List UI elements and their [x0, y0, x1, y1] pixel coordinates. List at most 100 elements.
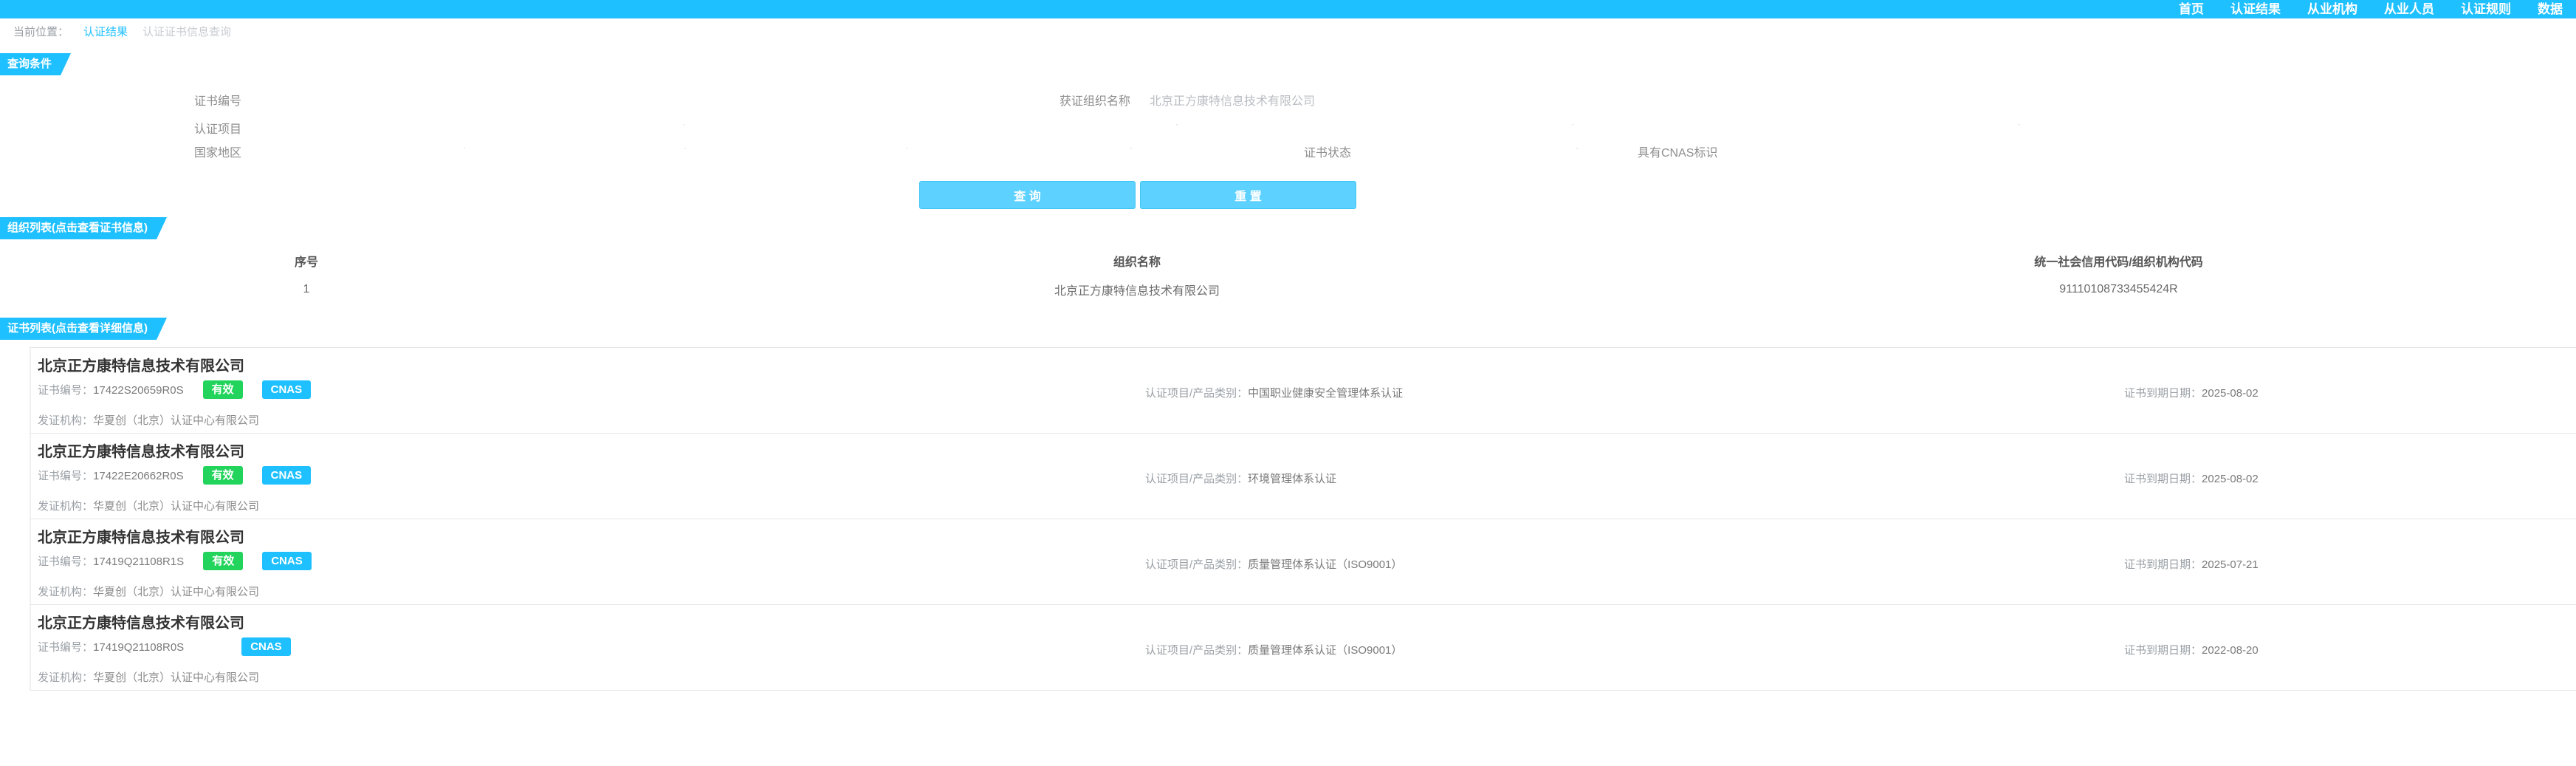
region-select-2[interactable]: · [684, 143, 687, 153]
cert-section-title: 证书列表(点击查看详细信息) [0, 318, 167, 340]
cert-expiry-prefix: 证书到期日期： [2124, 558, 2202, 571]
breadcrumb: 当前位置： 认证结果 认证证书信息查询 [0, 18, 2576, 44]
breadcrumb-prefix: 当前位置： [13, 26, 69, 38]
status-badge: 有效 [203, 552, 244, 570]
region-select-4[interactable]: · [1130, 143, 1133, 153]
cert-item-value: 环境管理体系认证 [1248, 473, 1337, 485]
cert-expiry-prefix: 证书到期日期： [2124, 473, 2202, 485]
region-select-1[interactable]: · [463, 143, 466, 153]
cert-list: 北京正方康特信息技术有限公司 证书编号：17422S20659R0S 有效 CN… [30, 347, 2576, 691]
cert-item-prefix: 认证项目/产品类别： [1145, 387, 1248, 400]
cert-no: 17422S20659R0S [93, 384, 184, 397]
cert-company[interactable]: 北京正方康特信息技术有限公司 [38, 440, 244, 461]
query-button[interactable]: 查 询 [919, 181, 1136, 209]
cert-item: 认证项目/产品类别：中国职业健康安全管理体系认证 [1145, 385, 1403, 400]
cert-item-prefix: 认证项目/产品类别： [1145, 558, 1248, 571]
breadcrumb-faint: 认证证书信息查询 [142, 26, 232, 38]
org-col-code: 统一社会信用代码/组织机构代码 [2034, 256, 2203, 269]
org-col-name: 组织名称 [1113, 256, 1161, 269]
cert-expiry-value: 2022-08-20 [2202, 644, 2259, 657]
cert-no-prefix: 证书编号： [38, 555, 94, 568]
cert-no-prefix: 证书编号： [38, 641, 94, 654]
cnas-label: 具有CNAS标识 [1638, 147, 1718, 160]
org-row-code: 91110108733455424R [2059, 283, 2178, 295]
breadcrumb-current[interactable]: 认证结果 [83, 24, 128, 39]
cert-expiry-prefix: 证书到期日期： [2124, 387, 2202, 400]
cert-item: 认证项目/产品类别：质量管理体系认证（ISO9001） [1145, 556, 1402, 572]
top-navigation-bar: 首页 认证结果 从业机构 从业人员 认证规则 数据 [0, 0, 2576, 18]
nav-home[interactable]: 首页 [2165, 0, 2217, 18]
cert-card[interactable]: 北京正方康特信息技术有限公司 证书编号：17419Q21108R1S 有效 CN… [30, 519, 2576, 605]
issuer-value: 华夏创（北京）认证中心有限公司 [93, 500, 260, 513]
cert-no-prefix: 证书编号： [38, 384, 94, 397]
query-form: 证书编号 获证组织名称 北京正方康特信息技术有限公司 认证项目 · · · · … [0, 70, 2576, 240]
status-badge: 有效 [202, 380, 243, 399]
cert-issuer: 发证机构：华夏创（北京）认证中心有限公司 [38, 584, 259, 599]
issuer-value: 华夏创（北京）认证中心有限公司 [93, 586, 260, 598]
main-nav: 首页 认证结果 从业机构 从业人员 认证规则 数据 [2165, 0, 2576, 18]
org-table-row[interactable]: 1 北京正方康特信息技术有限公司 91110108733455424R [0, 274, 2576, 305]
issuer-value: 华夏创（北京）认证中心有限公司 [93, 671, 260, 684]
cert-line: 证书编号：17422S20659R0S 有效 CNAS [38, 380, 312, 399]
cert-issuer: 发证机构：华夏创（北京）认证中心有限公司 [38, 412, 259, 428]
cert-company[interactable]: 北京正方康特信息技术有限公司 [38, 354, 244, 375]
cert-issuer: 发证机构：华夏创（北京）认证中心有限公司 [38, 669, 259, 685]
org-table: 序号 组织名称 统一社会信用代码/组织机构代码 1 北京正方康特信息技术有限公司… [0, 247, 2576, 305]
cert-expiry: 证书到期日期：2022-08-20 [2124, 642, 2259, 657]
cert-item-prefix: 认证项目/产品类别： [1145, 473, 1248, 485]
cert-item-value: 质量管理体系认证（ISO9001） [1248, 558, 1403, 571]
cert-item: 认证项目/产品类别：环境管理体系认证 [1145, 471, 1336, 486]
nav-data[interactable]: 数据 [2524, 0, 2576, 18]
cert-expiry: 证书到期日期：2025-07-21 [2124, 556, 2259, 572]
cert-card[interactable]: 北京正方康特信息技术有限公司 证书编号：17419Q21108R0S CNAS … [30, 605, 2576, 691]
cert-company[interactable]: 北京正方康特信息技术有限公司 [38, 611, 244, 632]
cert-issuer: 发证机构：华夏创（北京）认证中心有限公司 [38, 498, 259, 513]
cert-expiry: 证书到期日期：2025-08-02 [2124, 471, 2259, 486]
org-section-header: 组织列表(点击查看证书信息) [0, 217, 2576, 239]
issuer-value: 华夏创（北京）认证中心有限公司 [93, 414, 260, 427]
cert-card[interactable]: 北京正方康特信息技术有限公司 证书编号：17422E20662R0S 有效 CN… [30, 434, 2576, 519]
cnas-badge: CNAS [261, 466, 312, 485]
cert-item-prefix: 认证项目/产品类别： [1145, 644, 1248, 657]
issuer-prefix: 发证机构： [38, 414, 94, 427]
org-table-header: 序号 组织名称 统一社会信用代码/组织机构代码 [0, 247, 2576, 274]
cert-line: 证书编号：17419Q21108R1S 有效 CNAS [38, 552, 312, 570]
cert-expiry: 证书到期日期：2025-08-02 [2124, 385, 2259, 400]
cert-expiry-value: 2025-07-21 [2202, 558, 2259, 571]
issuer-prefix: 发证机构： [38, 586, 94, 598]
org-col-index: 序号 [294, 256, 318, 269]
cert-no: 17419Q21108R0S [93, 641, 185, 654]
cert-line: 证书编号：17422E20662R0S 有效 CNAS [38, 466, 312, 485]
cnas-badge: CNAS [261, 380, 312, 399]
reset-button[interactable]: 重 置 [1140, 181, 1356, 209]
cert-expiry-prefix: 证书到期日期： [2124, 644, 2202, 657]
cert-no: 17422E20662R0S [93, 470, 184, 482]
cert-no-prefix: 证书编号： [38, 470, 94, 482]
issuer-prefix: 发证机构： [38, 500, 94, 513]
status-label: 证书状态 [1304, 147, 1352, 160]
cert-expiry-value: 2025-08-02 [2202, 387, 2259, 400]
status-select[interactable]: · [1576, 143, 1579, 153]
region-select-3[interactable]: · [906, 143, 909, 153]
cert-item-value: 中国职业健康安全管理体系认证 [1248, 387, 1404, 400]
nav-practitioner-person[interactable]: 从业人员 [2371, 0, 2448, 18]
cert-section-header: 证书列表(点击查看详细信息) [0, 318, 2576, 340]
cert-expiry-value: 2025-08-02 [2202, 473, 2259, 485]
cert-item: 认证项目/产品类别：质量管理体系认证（ISO9001） [1145, 642, 1402, 657]
query-buttons: 查 询 重 置 [919, 181, 1356, 209]
cert-no: 17419Q21108R1S [93, 555, 185, 568]
nav-cert-results[interactable]: 认证结果 [2217, 0, 2294, 18]
org-row-index: 1 [303, 283, 310, 295]
org-section-title: 组织列表(点击查看证书信息) [0, 217, 167, 239]
cnas-badge: CNAS [262, 552, 312, 570]
cert-company[interactable]: 北京正方康特信息技术有限公司 [38, 525, 244, 547]
nav-practitioner-org[interactable]: 从业机构 [2294, 0, 2371, 18]
nav-cert-rules[interactable]: 认证规则 [2448, 0, 2524, 18]
cert-line: 证书编号：17419Q21108R0S CNAS [38, 637, 291, 656]
cnas-badge: CNAS [241, 637, 291, 656]
org-row-name[interactable]: 北京正方康特信息技术有限公司 [613, 281, 1661, 298]
status-badge: 有效 [202, 466, 243, 485]
region-label: 国家地区 [194, 147, 242, 160]
cert-item-value: 质量管理体系认证（ISO9001） [1248, 644, 1403, 657]
cert-card[interactable]: 北京正方康特信息技术有限公司 证书编号：17422S20659R0S 有效 CN… [30, 348, 2576, 434]
